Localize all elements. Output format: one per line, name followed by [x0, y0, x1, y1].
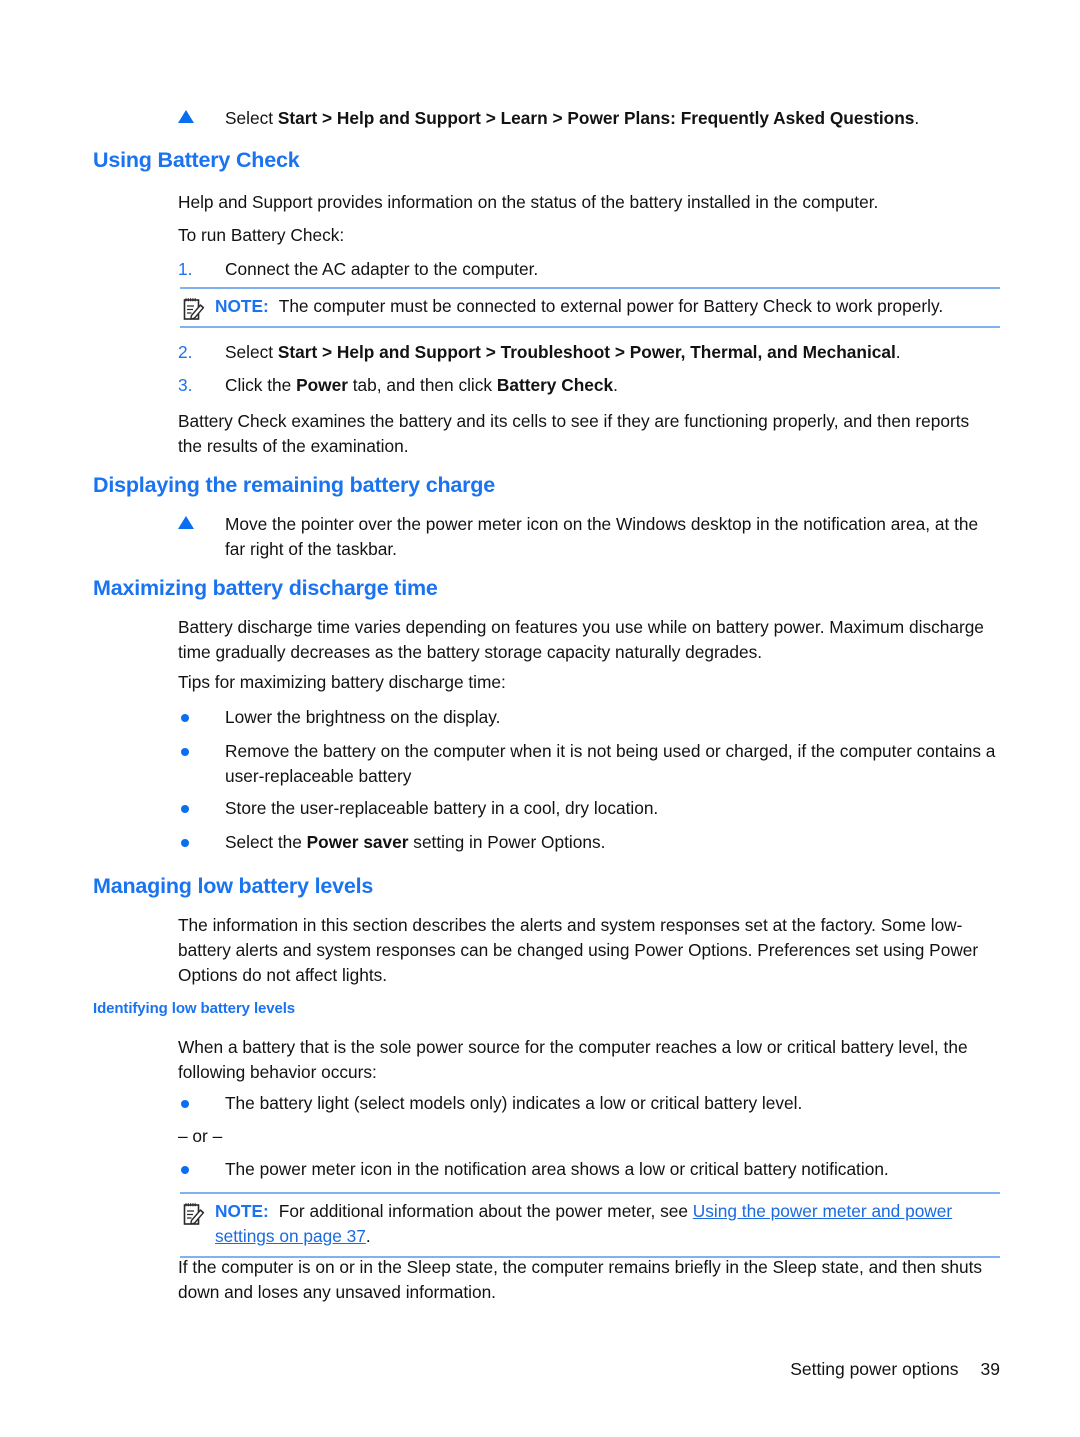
list-item: The battery light (select models only) i… [178, 1091, 998, 1116]
text-prefix: Select [225, 342, 278, 362]
list-number: 2. [178, 342, 193, 362]
note-pencil-icon [182, 296, 206, 322]
footer-page-number: 39 [980, 1359, 1000, 1379]
list-item: 1. Connect the AC adapter to the compute… [178, 257, 998, 282]
list-item: Lower the brightness on the display. [178, 705, 998, 730]
round-bullet-icon [181, 748, 189, 756]
note-body: NOTE: The computer must be connected to e… [215, 294, 1000, 319]
triangle-bullet-icon [178, 516, 194, 529]
list-item-text: Click the Power tab, and then click Batt… [225, 373, 998, 398]
heading-displaying-remaining-charge: Displaying the remaining battery charge [93, 473, 496, 497]
list-number: 3. [178, 375, 193, 395]
text-suffix: setting in Power Options. [408, 832, 606, 852]
note-text-suffix: . [365, 1226, 371, 1246]
or-separator: – or – [178, 1126, 223, 1146]
list-item: 3. Click the Power tab, and then click B… [178, 373, 998, 398]
text-suffix: . [895, 342, 901, 362]
note-text: For additional information about the pow… [278, 1201, 693, 1221]
round-bullet-icon [181, 1100, 189, 1108]
list-item-text: Select the Power saver setting in Power … [225, 830, 998, 855]
paragraph-battery-check-examines: Battery Check examines the battery and i… [178, 411, 970, 456]
note-text: The computer must be connected to extern… [278, 296, 944, 316]
list-number: 1. [178, 259, 193, 279]
text-bold: Power saver [306, 832, 409, 852]
list-item: 2. Select Start > Help and Support > Tro… [178, 340, 998, 365]
paragraph-to-run: To run Battery Check: [178, 225, 345, 245]
round-bullet-icon [181, 839, 189, 847]
heading-using-battery-check: Using Battery Check [93, 148, 300, 172]
note-callout: NOTE: For additional information about th… [180, 1192, 1000, 1258]
text-suffix: . [613, 375, 618, 395]
text-bold: Start > Help and Support > Learn > Power… [277, 108, 915, 128]
text-prefix: Select the [225, 832, 307, 852]
text-mid: tab, and then click [347, 375, 497, 395]
paragraph-tips-intro: Tips for maximizing battery discharge ti… [178, 672, 506, 692]
list-item: Remove the battery on the computer when … [178, 739, 998, 789]
paragraph-discharge-varies: Battery discharge time varies depending … [178, 617, 984, 662]
text-prefix: Select [225, 108, 278, 128]
triangle-bullet-icon [178, 110, 194, 123]
note-pencil-icon [182, 1201, 206, 1227]
list-item-text: Remove the battery on the computer when … [225, 741, 996, 786]
heading-managing-low-battery-levels: Managing low battery levels [93, 874, 374, 898]
document-page: Select Start > Help and Support > Learn … [0, 0, 1080, 1437]
list-item: The power meter icon in the notification… [178, 1157, 998, 1182]
list-item-text: Select Start > Help and Support > Troubl… [225, 340, 998, 365]
list-item: Select the Power saver setting in Power … [178, 830, 998, 855]
list-item: Store the user-replaceable battery in a … [178, 796, 998, 821]
list-item-text: The battery light (select models only) i… [225, 1093, 803, 1113]
list-item-text: Connect the AC adapter to the computer. [225, 259, 539, 279]
paragraph-sleep-state: If the computer is on or in the Sleep st… [178, 1257, 983, 1302]
footer-section-label: Setting power options [790, 1359, 959, 1379]
list-item: Move the pointer over the power meter ic… [178, 512, 998, 562]
list-item-text: Lower the brightness on the display. [225, 707, 501, 727]
page-footer: Setting power options 39 [790, 1359, 1000, 1380]
paragraph-help-and-support: Help and Support provides information on… [178, 192, 879, 212]
note-label: NOTE: [215, 1201, 269, 1221]
list-item-text: The power meter icon in the notification… [225, 1159, 889, 1179]
note-callout: NOTE: The computer must be connected to e… [180, 287, 1000, 328]
round-bullet-icon [181, 714, 189, 722]
note-body: NOTE: For additional information about th… [215, 1199, 1000, 1249]
text-prefix: Click the [225, 375, 297, 395]
list-item-text: Move the pointer over the power meter ic… [225, 514, 979, 559]
text-bold: Battery Check [496, 375, 614, 395]
heading-identifying-low-battery-levels: Identifying low battery levels [93, 1000, 296, 1017]
round-bullet-icon [181, 805, 189, 813]
text-bold: Start > Help and Support > Troubleshoot … [277, 342, 896, 362]
text-bold: Power [296, 375, 348, 395]
note-label: NOTE: [215, 296, 269, 316]
text-suffix: . [914, 108, 920, 128]
round-bullet-icon [181, 1166, 189, 1174]
paragraph-information-section: The information in this section describe… [178, 915, 979, 985]
list-item-text: Store the user-replaceable battery in a … [225, 798, 659, 818]
list-item-text: Select Start > Help and Support > Learn … [225, 106, 998, 131]
heading-maximizing-discharge-time: Maximizing battery discharge time [93, 576, 438, 600]
paragraph-when-battery-sole: When a battery that is the sole power so… [178, 1037, 968, 1082]
list-item: Select Start > Help and Support > Learn … [178, 106, 998, 131]
